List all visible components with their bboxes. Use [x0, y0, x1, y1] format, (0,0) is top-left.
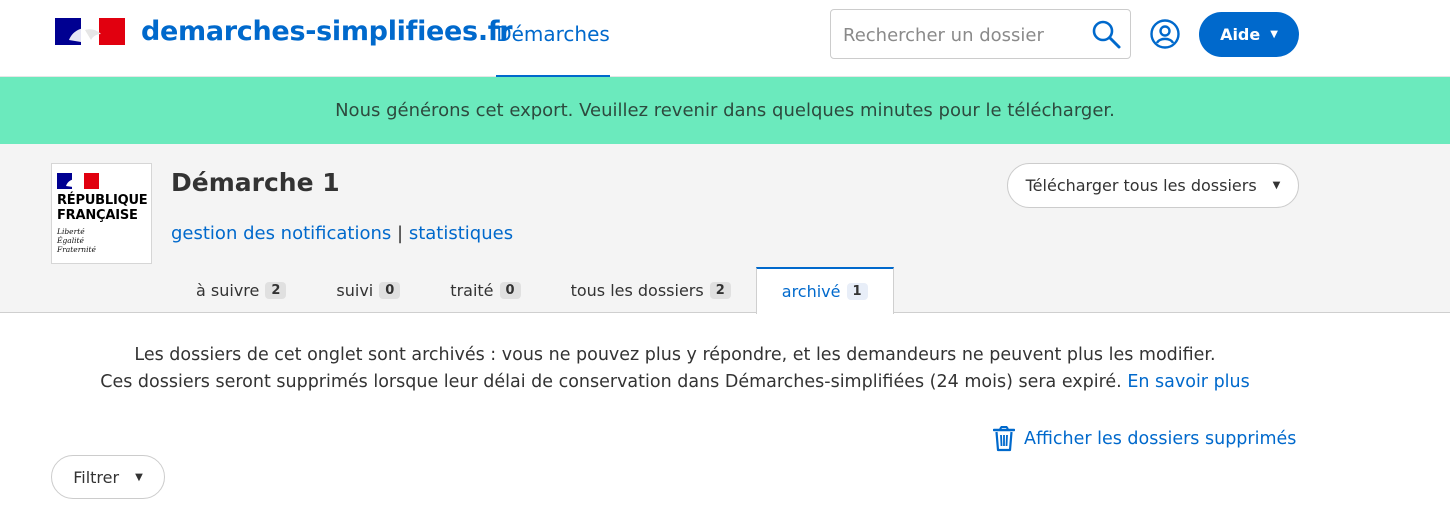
- flash-text: Nous générons cet export. Veuillez reven…: [335, 100, 1115, 121]
- tab-tous-les-dossiers[interactable]: tous les dossiers 2: [546, 267, 756, 313]
- user-circle-icon[interactable]: [1149, 18, 1181, 50]
- show-deleted-link[interactable]: Afficher les dossiers supprimés: [993, 426, 1296, 452]
- notice-line-2: Ces dossiers seront supprimés lorsque le…: [0, 369, 1350, 396]
- republique-francaise-logo: RÉPUBLIQUE FRANÇAISE Liberté Égalité Fra…: [51, 163, 152, 264]
- procedure-header: RÉPUBLIQUE FRANÇAISE Liberté Égalité Fra…: [0, 144, 1450, 314]
- caret-down-icon: ▼: [135, 471, 143, 483]
- filter-button[interactable]: Filtrer ▼: [51, 455, 165, 499]
- logo-motto: Liberté Égalité Fraternité: [57, 227, 96, 254]
- dossier-tabs: à suivre 2 suivi 0 traité 0 tous les dos…: [171, 267, 894, 314]
- tab-count-badge: 1: [846, 283, 868, 300]
- caret-down-icon: ▼: [1270, 29, 1278, 40]
- search-icon[interactable]: [1090, 18, 1122, 50]
- tab-count-badge: 2: [265, 281, 287, 299]
- tab-suivi[interactable]: suivi 0: [311, 267, 425, 313]
- notice-line-2-text: Ces dossiers seront supprimés lorsque le…: [100, 372, 1122, 392]
- aide-label: Aide: [1220, 25, 1261, 44]
- show-deleted-label: Afficher les dossiers supprimés: [1024, 429, 1297, 449]
- logo-text: RÉPUBLIQUE FRANÇAISE: [57, 193, 148, 223]
- link-separator: |: [397, 223, 404, 244]
- download-label: Télécharger tous les dossiers: [1025, 176, 1257, 195]
- tab-label: à suivre: [196, 280, 260, 300]
- caret-down-icon: ▼: [1272, 180, 1281, 191]
- tab-label: suivi: [336, 280, 374, 300]
- tab-label: tous les dossiers: [570, 280, 704, 300]
- learn-more-link[interactable]: En savoir plus: [1127, 372, 1249, 392]
- notifications-link[interactable]: gestion des notifications: [171, 223, 391, 244]
- tab-traite[interactable]: traité 0: [425, 267, 545, 313]
- notice-line-1: Les dossiers de cet onglet sont archivés…: [134, 345, 1216, 365]
- filter-label: Filtrer: [73, 467, 120, 487]
- archive-notice: Les dossiers de cet onglet sont archivés…: [0, 342, 1350, 396]
- statistics-link[interactable]: statistiques: [409, 223, 513, 244]
- tab-count-badge: 2: [709, 281, 731, 299]
- tab-archive[interactable]: archivé 1: [755, 267, 894, 314]
- france-flag-logo[interactable]: [55, 18, 125, 45]
- tab-a-suivre[interactable]: à suivre 2: [171, 267, 311, 313]
- search-input[interactable]: [843, 22, 1083, 48]
- tab-count-badge: 0: [499, 281, 521, 299]
- procedure-title: Démarche 1: [171, 168, 340, 197]
- aide-button[interactable]: Aide ▼: [1199, 12, 1299, 57]
- trash-icon: [993, 426, 1015, 452]
- marianne-flag-icon: [57, 173, 99, 189]
- tab-label: archivé: [781, 282, 841, 301]
- procedure-links: gestion des notifications | statistiques: [171, 223, 513, 244]
- tab-count-badge: 0: [379, 281, 401, 299]
- search-box: [830, 9, 1131, 59]
- site-header: demarches-simplifiees.fr Démarches Aide …: [0, 0, 1450, 77]
- flash-message: Nous générons cet export. Veuillez reven…: [0, 77, 1450, 144]
- tab-label: traité: [450, 280, 494, 300]
- nav-demarches[interactable]: Démarches: [496, 22, 610, 77]
- download-all-button[interactable]: Télécharger tous les dossiers ▼: [1007, 163, 1299, 208]
- brand-name[interactable]: demarches-simplifiees.fr: [141, 16, 513, 47]
